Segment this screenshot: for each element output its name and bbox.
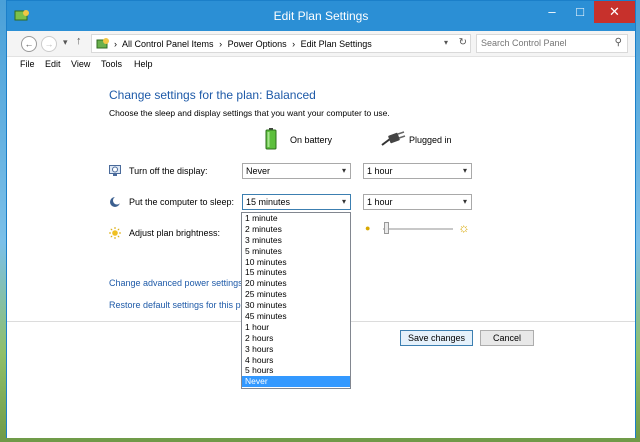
dropdown-option[interactable]: 15 minutes	[242, 267, 350, 278]
display-plugged-select[interactable]: 1 hour ▾	[363, 163, 472, 179]
sleep-moon-icon	[110, 196, 121, 207]
on-battery-header: On battery	[290, 135, 333, 145]
advanced-power-settings-link[interactable]: Change advanced power settings	[109, 278, 243, 288]
power-plug-icon	[381, 131, 406, 146]
display-battery-select[interactable]: Never ▾	[242, 163, 351, 179]
sleep-plugged-select[interactable]: 1 hour ▾	[363, 194, 472, 210]
address-history-dropdown[interactable]: ▾	[444, 38, 448, 47]
breadcrumb-separator: ›	[219, 39, 223, 49]
chevron-down-icon: ▾	[341, 166, 346, 175]
display-icon	[109, 165, 121, 176]
search-box[interactable]: ⚲	[476, 34, 628, 53]
back-button[interactable]: ←	[21, 36, 37, 52]
dropdown-option[interactable]: 1 hour	[242, 322, 350, 333]
brightness-slider-thumb[interactable]	[384, 222, 389, 234]
menu-tools[interactable]: Tools	[101, 59, 122, 69]
menu-edit[interactable]: Edit	[45, 59, 61, 69]
page-description: Choose the sleep and display settings th…	[109, 108, 390, 118]
edit-plan-settings-window: Edit Plan Settings – □ ✕ ← → ▾ ↑ › All C…	[6, 0, 636, 438]
save-changes-button[interactable]: Save changes	[400, 330, 473, 346]
maximize-button[interactable]: □	[566, 1, 594, 23]
menu-file[interactable]: File	[20, 59, 35, 69]
chevron-down-icon: ▾	[462, 197, 467, 206]
breadcrumb-separator: ›	[114, 39, 117, 49]
brightness-sun-icon	[109, 227, 121, 239]
minimize-button[interactable]: –	[538, 1, 566, 23]
cancel-button[interactable]: Cancel	[480, 330, 534, 346]
main-content: Change settings for the plan: Balanced C…	[7, 72, 635, 438]
turn-off-display-label: Turn off the display:	[129, 166, 208, 176]
restore-defaults-link[interactable]: Restore default settings for this pla	[109, 300, 248, 310]
dropdown-option[interactable]: 10 minutes	[242, 257, 350, 268]
sleep-battery-select[interactable]: 15 minutes ▾	[242, 194, 351, 210]
dropdown-option[interactable]: 5 minutes	[242, 246, 350, 257]
search-icon[interactable]: ⚲	[615, 37, 622, 48]
battery-icon	[265, 128, 277, 150]
sleep-dropdown-list[interactable]: 1 minute 2 minutes 3 minutes 5 minutes 1…	[241, 212, 351, 389]
address-bar-area: ← → ▾ ↑ › All Control Panel Items › Powe…	[7, 31, 635, 57]
dropdown-option[interactable]: 20 minutes	[242, 278, 350, 289]
chevron-down-icon: ▾	[341, 197, 346, 206]
address-bar[interactable]: › All Control Panel Items › Power Option…	[91, 34, 471, 53]
dropdown-option[interactable]: 3 hours	[242, 344, 350, 355]
chevron-down-icon: ▾	[462, 166, 467, 175]
breadcrumb: › All Control Panel Items › Power Option…	[114, 39, 375, 49]
dropdown-option[interactable]: 25 minutes	[242, 289, 350, 300]
search-input[interactable]	[481, 38, 601, 48]
menu-help[interactable]: Help	[134, 59, 153, 69]
page-title: Change settings for the plan: Balanced	[109, 88, 316, 102]
dropdown-option[interactable]: 5 hours	[242, 365, 350, 376]
breadcrumb-separator: ›	[292, 39, 296, 49]
brightness-slider-track[interactable]	[383, 228, 453, 230]
breadcrumb-power-options[interactable]: Power Options	[228, 39, 287, 49]
dropdown-option[interactable]: 1 minute	[242, 213, 350, 224]
dropdown-option-highlighted[interactable]: Never	[242, 376, 350, 388]
menu-view[interactable]: View	[71, 59, 90, 69]
refresh-icon[interactable]: ↻	[459, 37, 467, 48]
breadcrumb-edit-plan-settings[interactable]: Edit Plan Settings	[301, 39, 372, 49]
sleep-label: Put the computer to sleep:	[129, 197, 235, 207]
sleep-battery-value: 15 minutes	[246, 197, 291, 207]
menu-bar: File Edit View Tools Help	[7, 56, 635, 72]
dropdown-option[interactable]: 45 minutes	[242, 311, 350, 322]
dropdown-option[interactable]: 2 hours	[242, 333, 350, 344]
close-button[interactable]: ✕	[594, 1, 635, 23]
dropdown-option[interactable]: 2 minutes	[242, 224, 350, 235]
brightness-label: Adjust plan brightness:	[129, 228, 221, 238]
breadcrumb-all-control-panel-items[interactable]: All Control Panel Items	[122, 39, 214, 49]
dropdown-option[interactable]: 4 hours	[242, 355, 350, 366]
display-plugged-value: 1 hour	[367, 166, 393, 176]
recent-pages-dropdown[interactable]: ▾	[63, 37, 68, 48]
dropdown-option[interactable]: 3 minutes	[242, 235, 350, 246]
control-panel-icon	[96, 38, 109, 49]
title-bar: Edit Plan Settings – □ ✕	[7, 1, 635, 31]
dropdown-option[interactable]: 30 minutes	[242, 300, 350, 311]
up-button[interactable]: ↑	[76, 35, 82, 47]
display-battery-value: Never	[246, 166, 271, 176]
sleep-plugged-value: 1 hour	[367, 197, 393, 207]
plugged-in-header: Plugged in	[409, 135, 452, 145]
brightness-low-icon: ●	[365, 223, 371, 233]
forward-button[interactable]: →	[41, 36, 57, 52]
brightness-high-icon: ☼	[458, 220, 470, 235]
